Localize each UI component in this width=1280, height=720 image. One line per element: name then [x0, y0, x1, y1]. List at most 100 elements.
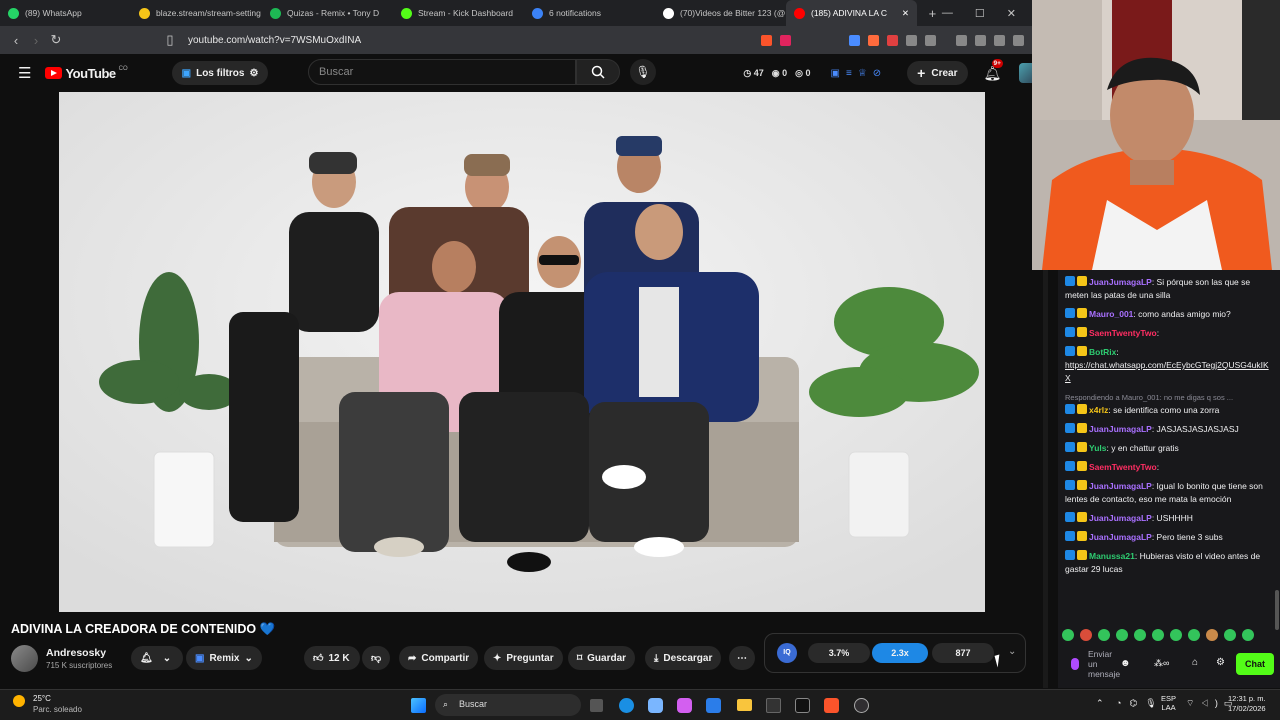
emote-icon[interactable]: [1188, 629, 1200, 641]
browser-tab[interactable]: Stream - Kick Dashboard: [393, 0, 524, 26]
emote-icon[interactable]: [1242, 629, 1254, 641]
search-input[interactable]: Buscar: [308, 59, 576, 85]
share-button[interactable]: ➦ Compartir: [399, 646, 479, 670]
maximize-icon[interactable]: ☐: [975, 7, 985, 20]
terminal-icon[interactable]: [766, 698, 781, 713]
music-icon[interactable]: [956, 34, 967, 46]
video-player[interactable]: [59, 92, 985, 612]
new-tab-button[interactable]: +: [923, 6, 942, 21]
emote-icon[interactable]: [1062, 629, 1074, 641]
emote-icon[interactable]: [1080, 629, 1092, 641]
extension-icon[interactable]: [849, 34, 860, 46]
chat-username[interactable]: SaemTwentyTwo: [1089, 462, 1157, 472]
browser-tab[interactable]: (185) ADIVINA LA C ✕: [786, 0, 917, 26]
taskbar-search[interactable]: Buscar: [435, 694, 581, 716]
close-tab-icon[interactable]: ✕: [902, 8, 909, 19]
minimize-icon[interactable]: —: [942, 7, 953, 20]
clock[interactable]: 12:31 p. m. 17/02/2026: [1228, 694, 1266, 714]
start-icon[interactable]: [411, 698, 426, 713]
create-button[interactable]: + Crear: [907, 61, 968, 85]
emote-icon[interactable]: [1206, 629, 1218, 641]
capcut-icon[interactable]: [795, 698, 810, 713]
chat-send-button[interactable]: Chat: [1236, 653, 1274, 675]
keyboard-lang[interactable]: ESP LAA: [1161, 694, 1176, 712]
widget-logo-icon[interactable]: IQ: [777, 643, 797, 663]
extension-icon[interactable]: [906, 34, 917, 46]
tray-chevron-icon[interactable]: ⌃: [1096, 698, 1104, 709]
emote-icon[interactable]: [1152, 629, 1164, 641]
reload-icon[interactable]: ↻: [46, 32, 66, 48]
emote-icon[interactable]: [1224, 629, 1236, 641]
emote-icon[interactable]: [1098, 629, 1110, 641]
sidebar-icon[interactable]: [975, 34, 986, 46]
weather-icon[interactable]: [13, 695, 25, 707]
wallet-icon[interactable]: [994, 34, 1005, 46]
obs-icon[interactable]: [854, 698, 869, 713]
brave-icon[interactable]: [824, 698, 839, 713]
back-icon[interactable]: ‹: [6, 33, 26, 48]
browser-tab[interactable]: 6 notifications: [524, 0, 655, 26]
like-button[interactable]: 👍︎ 12 K: [304, 646, 360, 670]
chat-username[interactable]: Mauro_001: [1089, 309, 1133, 319]
extension-icon[interactable]: [887, 34, 898, 46]
chat-username[interactable]: JuanJumagaLP: [1089, 424, 1152, 434]
chat-username[interactable]: SaemTwentyTwo: [1089, 328, 1157, 338]
microphone-button[interactable]: 🎙︎: [630, 59, 656, 85]
chat-username[interactable]: Manussa21: [1089, 551, 1135, 561]
download-button[interactable]: ⤓ Descargar: [645, 646, 722, 670]
emoji-icon[interactable]: ☻: [1120, 658, 1131, 669]
chat-username[interactable]: JuanJumagaLP: [1089, 513, 1152, 523]
browser-tab[interactable]: (89) WhatsApp: [0, 0, 131, 26]
subscribe-bell-button[interactable]: 🔔︎ ⌄: [131, 646, 183, 670]
mic-icon[interactable]: [1071, 658, 1079, 670]
points-icon[interactable]: ⁂∞: [1154, 658, 1169, 669]
filters-button[interactable]: ▣ Los filtros ⚙: [171, 61, 269, 85]
settings-icon[interactable]: ⚙: [1216, 657, 1225, 668]
more-button[interactable]: ⋯: [729, 646, 755, 670]
emote-icon[interactable]: [1116, 629, 1128, 641]
chat-username[interactable]: JuanJumagaLP: [1089, 277, 1152, 287]
chat-username[interactable]: JuanJumagaLP: [1089, 532, 1152, 542]
bookmark-icon[interactable]: ▯: [160, 32, 180, 48]
remix-button[interactable]: ▣ Remix ⌄: [186, 646, 262, 670]
emote-icon[interactable]: [1134, 629, 1146, 641]
chat-link[interactable]: https://chat.whatsapp.com/EcEybcGTegj2QU…: [1065, 359, 1274, 385]
tray-icons[interactable]: ◔⌬🎙︎: [1116, 698, 1165, 709]
copilot-icon[interactable]: [648, 698, 663, 713]
edge-icon[interactable]: [619, 698, 634, 713]
extension-icon[interactable]: [925, 34, 936, 46]
brave-shield-icon[interactable]: [761, 34, 772, 46]
save-button[interactable]: ⌑ Guardar: [568, 646, 636, 670]
forward-icon[interactable]: ›: [26, 33, 46, 48]
vpn-icon[interactable]: [1013, 34, 1024, 46]
ask-button[interactable]: ✦ Preguntar: [484, 646, 563, 670]
chat-username[interactable]: x4rlz: [1089, 405, 1108, 415]
app-icon[interactable]: [677, 698, 692, 713]
youtube-logo[interactable]: YouTube CO: [45, 66, 128, 81]
chat-scrollbar[interactable]: [1275, 590, 1279, 630]
menu-icon[interactable]: ☰: [18, 64, 31, 82]
rewards-icon[interactable]: [780, 34, 791, 46]
browser-tab[interactable]: (70)Videos de Bitter 123 (@: [655, 0, 786, 26]
chat-username[interactable]: JuanJumagaLP: [1089, 481, 1152, 491]
tools-icons[interactable]: ▣≡♕⊘: [831, 68, 888, 79]
dislike-button[interactable]: 👎︎: [362, 646, 390, 670]
browser-tab[interactable]: blaze.stream/stream-setting: [131, 0, 262, 26]
url-field[interactable]: youtube.com/watch?v=7WSMuOxdINA: [188, 35, 361, 46]
browser-tab[interactable]: Quizas - Remix • Tony D: [262, 0, 393, 26]
chat-username[interactable]: BotRix: [1089, 347, 1116, 357]
notifications-icon[interactable]: 🔔︎ 9+: [984, 58, 1003, 82]
chat-input[interactable]: Enviar un mensaje: [1088, 649, 1120, 679]
extension-icon[interactable]: [868, 34, 879, 46]
close-window-icon[interactable]: ✕: [1007, 7, 1016, 20]
channel-name[interactable]: Andresosky: [46, 647, 106, 659]
chevron-down-icon[interactable]: ⌄: [1008, 646, 1016, 657]
folder-icon[interactable]: [737, 699, 752, 711]
store-app-icon[interactable]: [706, 698, 721, 713]
search-button[interactable]: [576, 59, 620, 85]
emote-icon[interactable]: [1170, 629, 1182, 641]
file-explorer-icon[interactable]: [590, 699, 603, 712]
store-icon[interactable]: ⌂: [1192, 657, 1198, 668]
channel-avatar[interactable]: [11, 645, 38, 672]
chat-username[interactable]: Yuls: [1089, 443, 1106, 453]
